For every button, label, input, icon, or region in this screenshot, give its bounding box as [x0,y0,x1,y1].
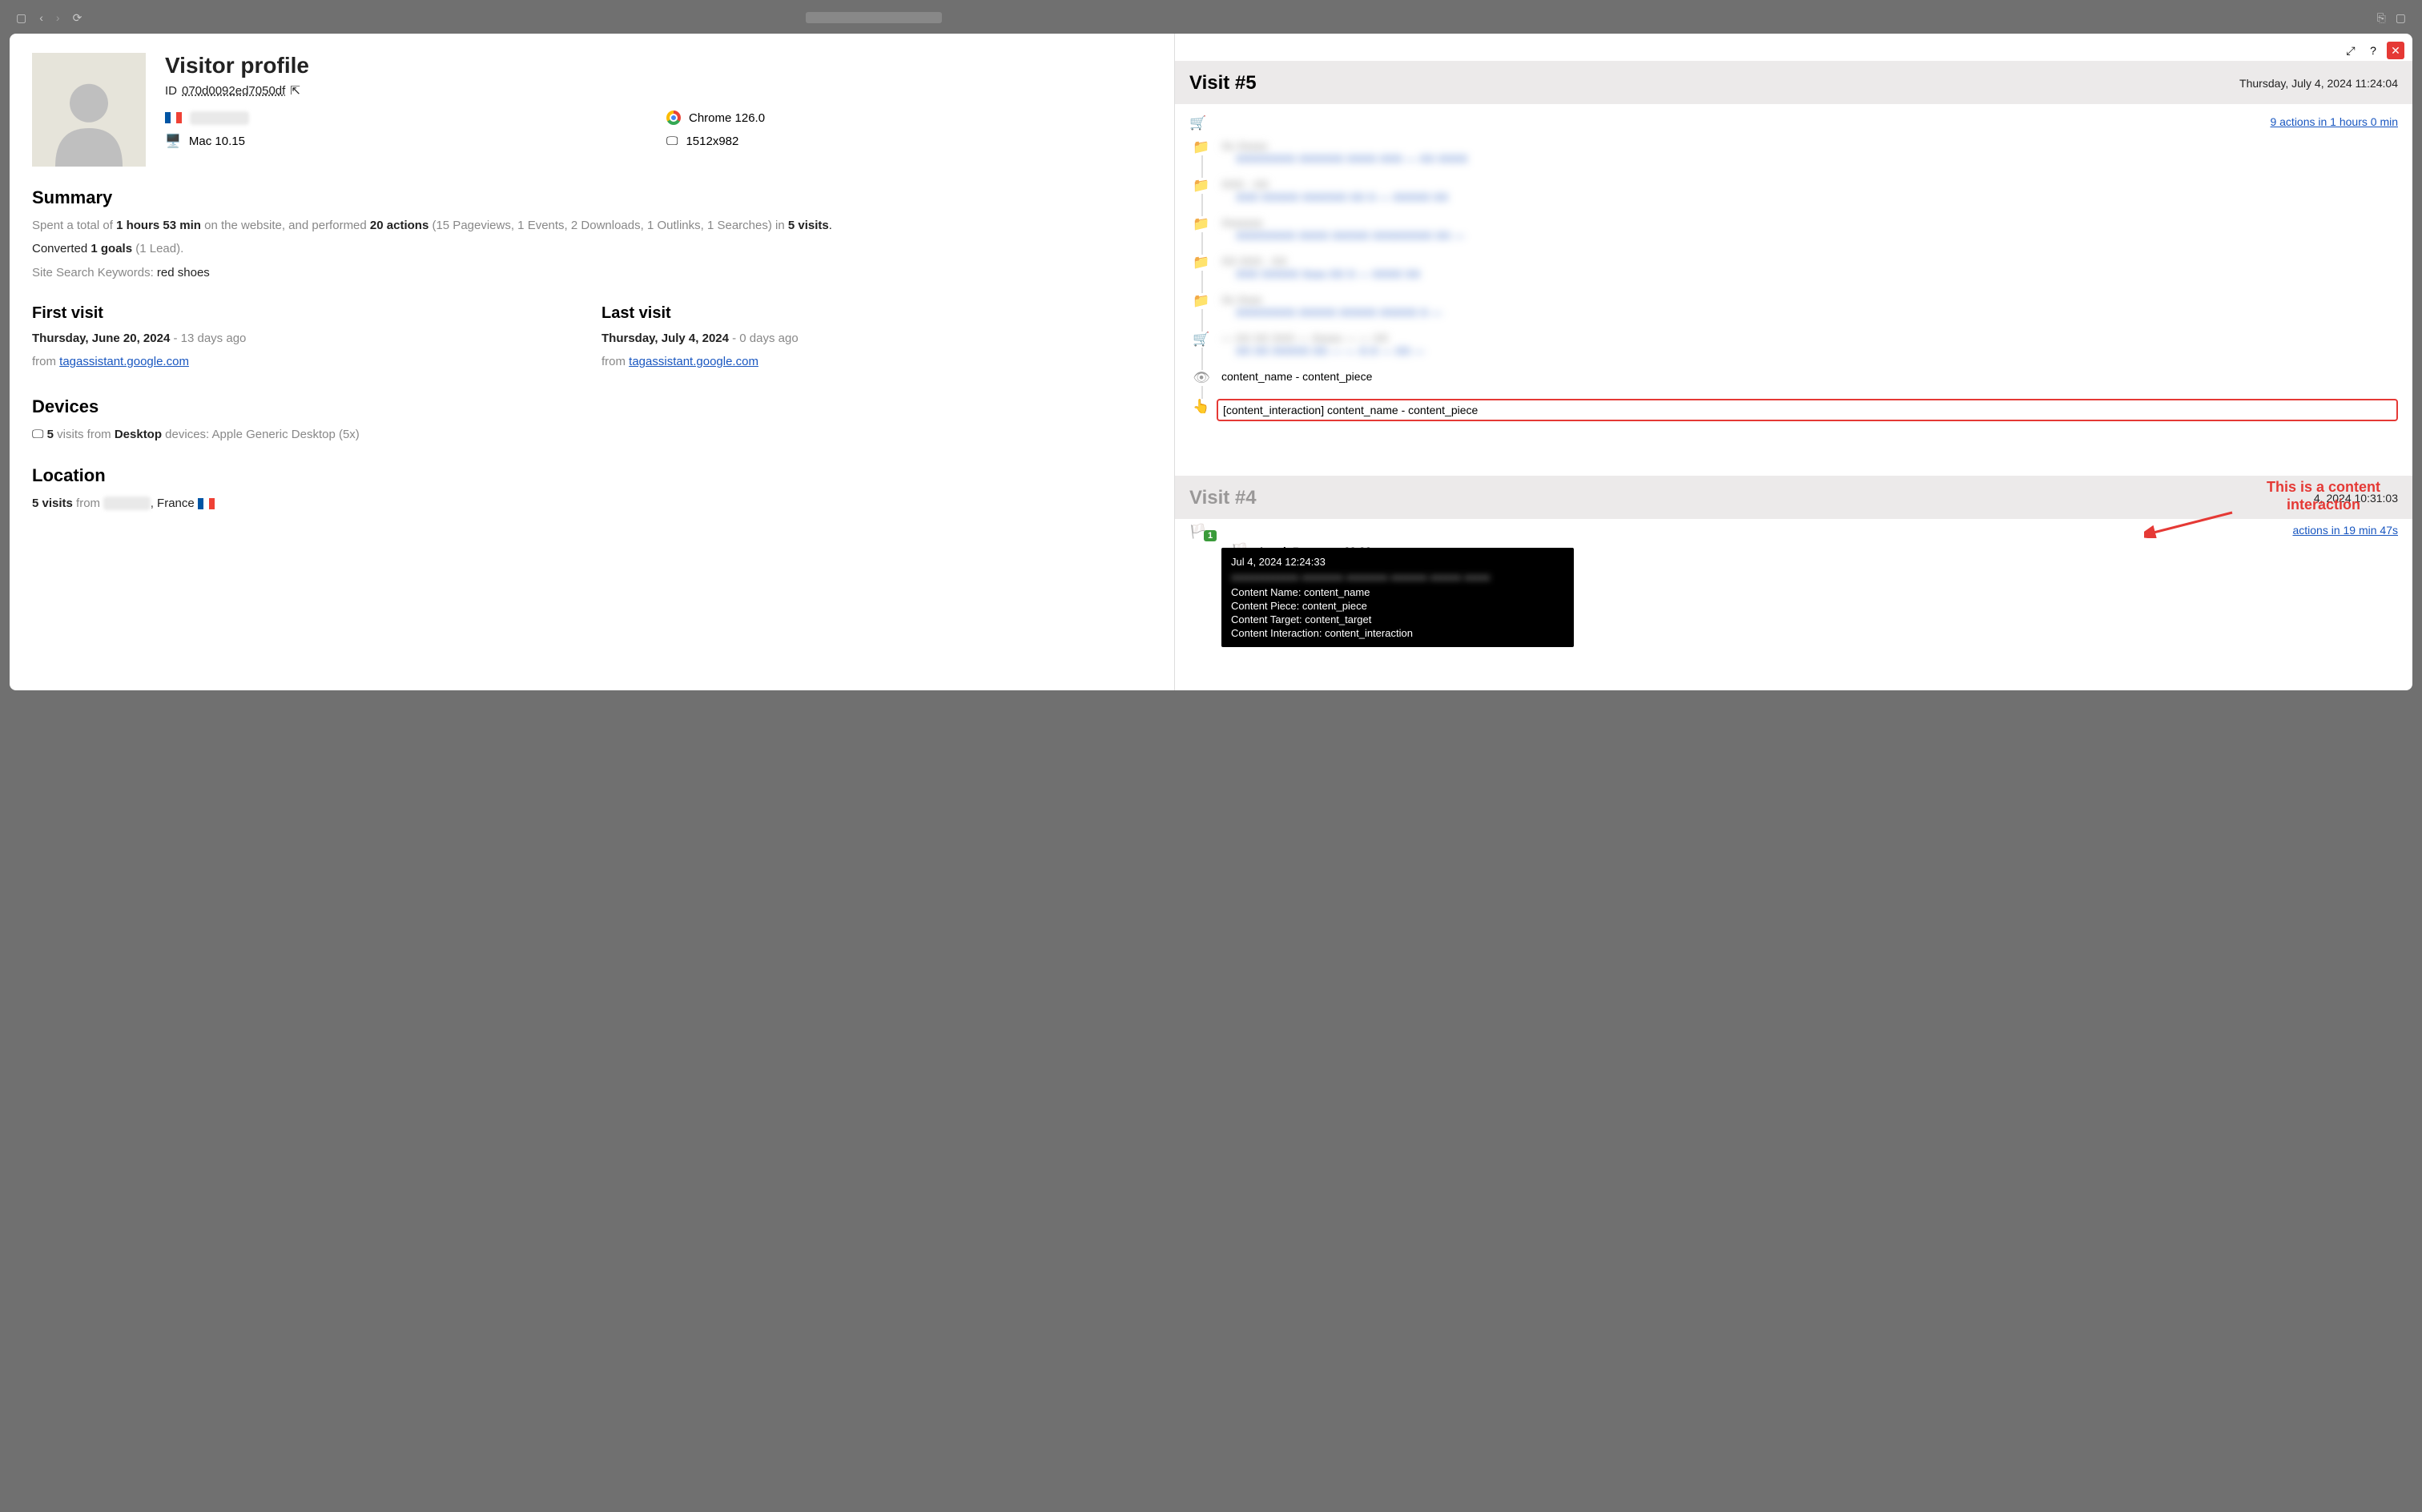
timeline-row[interactable]: 📁XXX - XXXXX XXXXX XXXXXX XX X — XXXXX X… [1193,171,2398,210]
resolution-value: 1512x982 [686,135,738,148]
tooltip-row: Content Name: content_name [1231,586,1564,598]
visitor-profile-modal: ⤢ ? ✕ Visitor profile ID 070d0092ed7050d… [10,34,2412,690]
visit-4-title: Visit #4 [1189,487,1257,509]
help-icon[interactable]: ? [2364,42,2382,59]
last-visit-date: Thursday, July 4, 2024 - 0 days ago [601,329,1152,348]
mac-icon: 🖥️ [165,133,181,149]
folder-icon: 📁 [1193,216,1210,232]
summary-text: Spent a total of 1 hours 53 min on the w… [32,216,1152,235]
city-blurred: xxxxx [190,111,249,125]
flag-fr-icon [198,498,215,509]
browser-meta: Chrome 126.0 [666,111,1152,125]
monitor-icon: 🖵 [666,135,678,148]
first-visit-ref: from tagassistant.google.com [32,352,582,371]
tooltip-row: Content Piece: content_piece [1231,600,1564,612]
cart-icon: 🛒 [1193,332,1210,348]
city-blurred-2: xxx [103,497,151,510]
close-icon[interactable]: ✕ [2387,42,2404,59]
first-visit-heading: First visit [32,304,582,323]
annotation-label: This is a content interaction [2267,479,2380,513]
content-interaction-tooltip: Jul 4, 2024 12:24:33 xxxxxxxxxxxxx xxxxx… [1221,548,1574,647]
folder-icon: 📁 [1193,293,1210,309]
os-meta: 🖥️ Mac 10.15 [165,133,650,149]
last-visit-heading: Last visit [601,304,1152,323]
country-meta: xxxxx [165,111,650,125]
visit-4-actions-link[interactable]: x actions in 19 min 47s [2284,524,2398,537]
search-text: Site Search Keywords: red shoes [32,263,1152,282]
os-value: Mac 10.15 [189,135,245,148]
forward-icon[interactable]: › [56,11,60,24]
tooltip-date: Jul 4, 2024 12:24:33 [1231,556,1564,568]
summary-heading: Summary [32,187,1152,208]
id-label: ID [165,84,177,98]
goal-badge: 1 [1204,530,1217,541]
folder-icon: 📁 [1193,255,1210,271]
visit-5-timeline: 📁Xx XxxxxXXXXXXXX XXXXXX XXXX XXX — XX X… [1193,133,2398,428]
url-bar[interactable] [806,12,942,23]
actions-summary-link[interactable]: 9 actions in 1 hours 0 min [2270,115,2398,128]
export-icon[interactable]: ⇱ [290,83,300,98]
eye-icon: 👁 [1193,370,1210,386]
browser-toolbar: ▢ ‹ › ⟳ ⎘ ▢ [10,8,2412,27]
timeline-row[interactable]: 🛒— XX XX XXX — Xxxxx — — XXXX XX XXXXX X… [1193,325,2398,364]
devices-text: 🖵 5 visits from Desktop devices: Apple G… [32,425,1152,444]
flag-fr-icon [165,112,182,123]
folder-icon: 📁 [1193,178,1210,194]
timeline-row[interactable]: 📁XX XXX - XXXXX XXXXX Xxxx XX X — XXXX X… [1193,248,2398,287]
tooltip-row: Content Target: content_target [1231,613,1564,625]
goals-text: Converted 1 goals (1 Lead). [32,239,1152,258]
location-heading: Location [32,465,1152,486]
page-title: Visitor profile [165,53,1152,78]
browser-value: Chrome 126.0 [689,111,765,125]
visit-5-header: Visit #5 Thursday, July 4, 2024 11:24:04 [1175,61,2412,104]
devices-heading: Devices [32,396,1152,417]
timeline-row[interactable]: 📁Xx XxxxxXXXXXXXX XXXXXX XXXX XXX — XX X… [1193,133,2398,171]
last-visit-ref: from tagassistant.google.com [601,352,1152,371]
reload-icon[interactable]: ⟳ [73,11,82,25]
minimize-icon[interactable]: ⤢ [2342,42,2360,59]
resolution-meta: 🖵 1512x982 [666,133,1152,149]
content-interaction-row[interactable]: 👆[content_interaction] content_name - co… [1193,392,2398,428]
sidebar-toggle-icon[interactable]: ▢ [16,11,26,25]
back-icon[interactable]: ‹ [39,11,43,24]
visit-5-title: Visit #5 [1189,72,1257,94]
folder-icon: 📁 [1193,139,1210,155]
chrome-icon [666,111,681,125]
touch-icon: 👆 [1193,399,1210,415]
timeline-row[interactable]: 📁Xx XxxxXXXXXXXX XXXXX XXXXX XXXXX X — [1193,287,2398,325]
visits-pane: Visit #5 Thursday, July 4, 2024 11:24:04… [1175,34,2412,690]
first-visit-date: Thursday, June 20, 2024 - 13 days ago [32,329,582,348]
tooltip-row: Content Interaction: content_interaction [1231,627,1564,639]
cart-icon: 🛒 [1189,115,1207,131]
timeline-row[interactable]: 📁XxxxxxxXXXXXXXX XXXX XXXXX XXXXXXXX XX … [1193,210,2398,248]
avatar [32,53,146,167]
tabs-icon[interactable]: ▢ [2396,11,2406,25]
desktop-icon: 🖵 [32,428,47,441]
share-icon[interactable]: ⎘ [2377,11,2386,25]
visitor-id: ID 070d0092ed7050df ⇱ [165,83,1152,98]
visit-4-header: Visit #4 Thursday, July 4, 2024 10:31:03 [1175,476,2412,519]
content-view-row[interactable]: 👁content_name - content_piece [1193,364,2398,392]
location-text: 5 visits from xxx, France [32,494,1152,513]
profile-pane: Visitor profile ID 070d0092ed7050df ⇱ xx… [10,34,1175,690]
visit-5-date: Thursday, July 4, 2024 11:24:04 [2239,77,2398,90]
id-value[interactable]: 070d0092ed7050df [182,84,285,98]
